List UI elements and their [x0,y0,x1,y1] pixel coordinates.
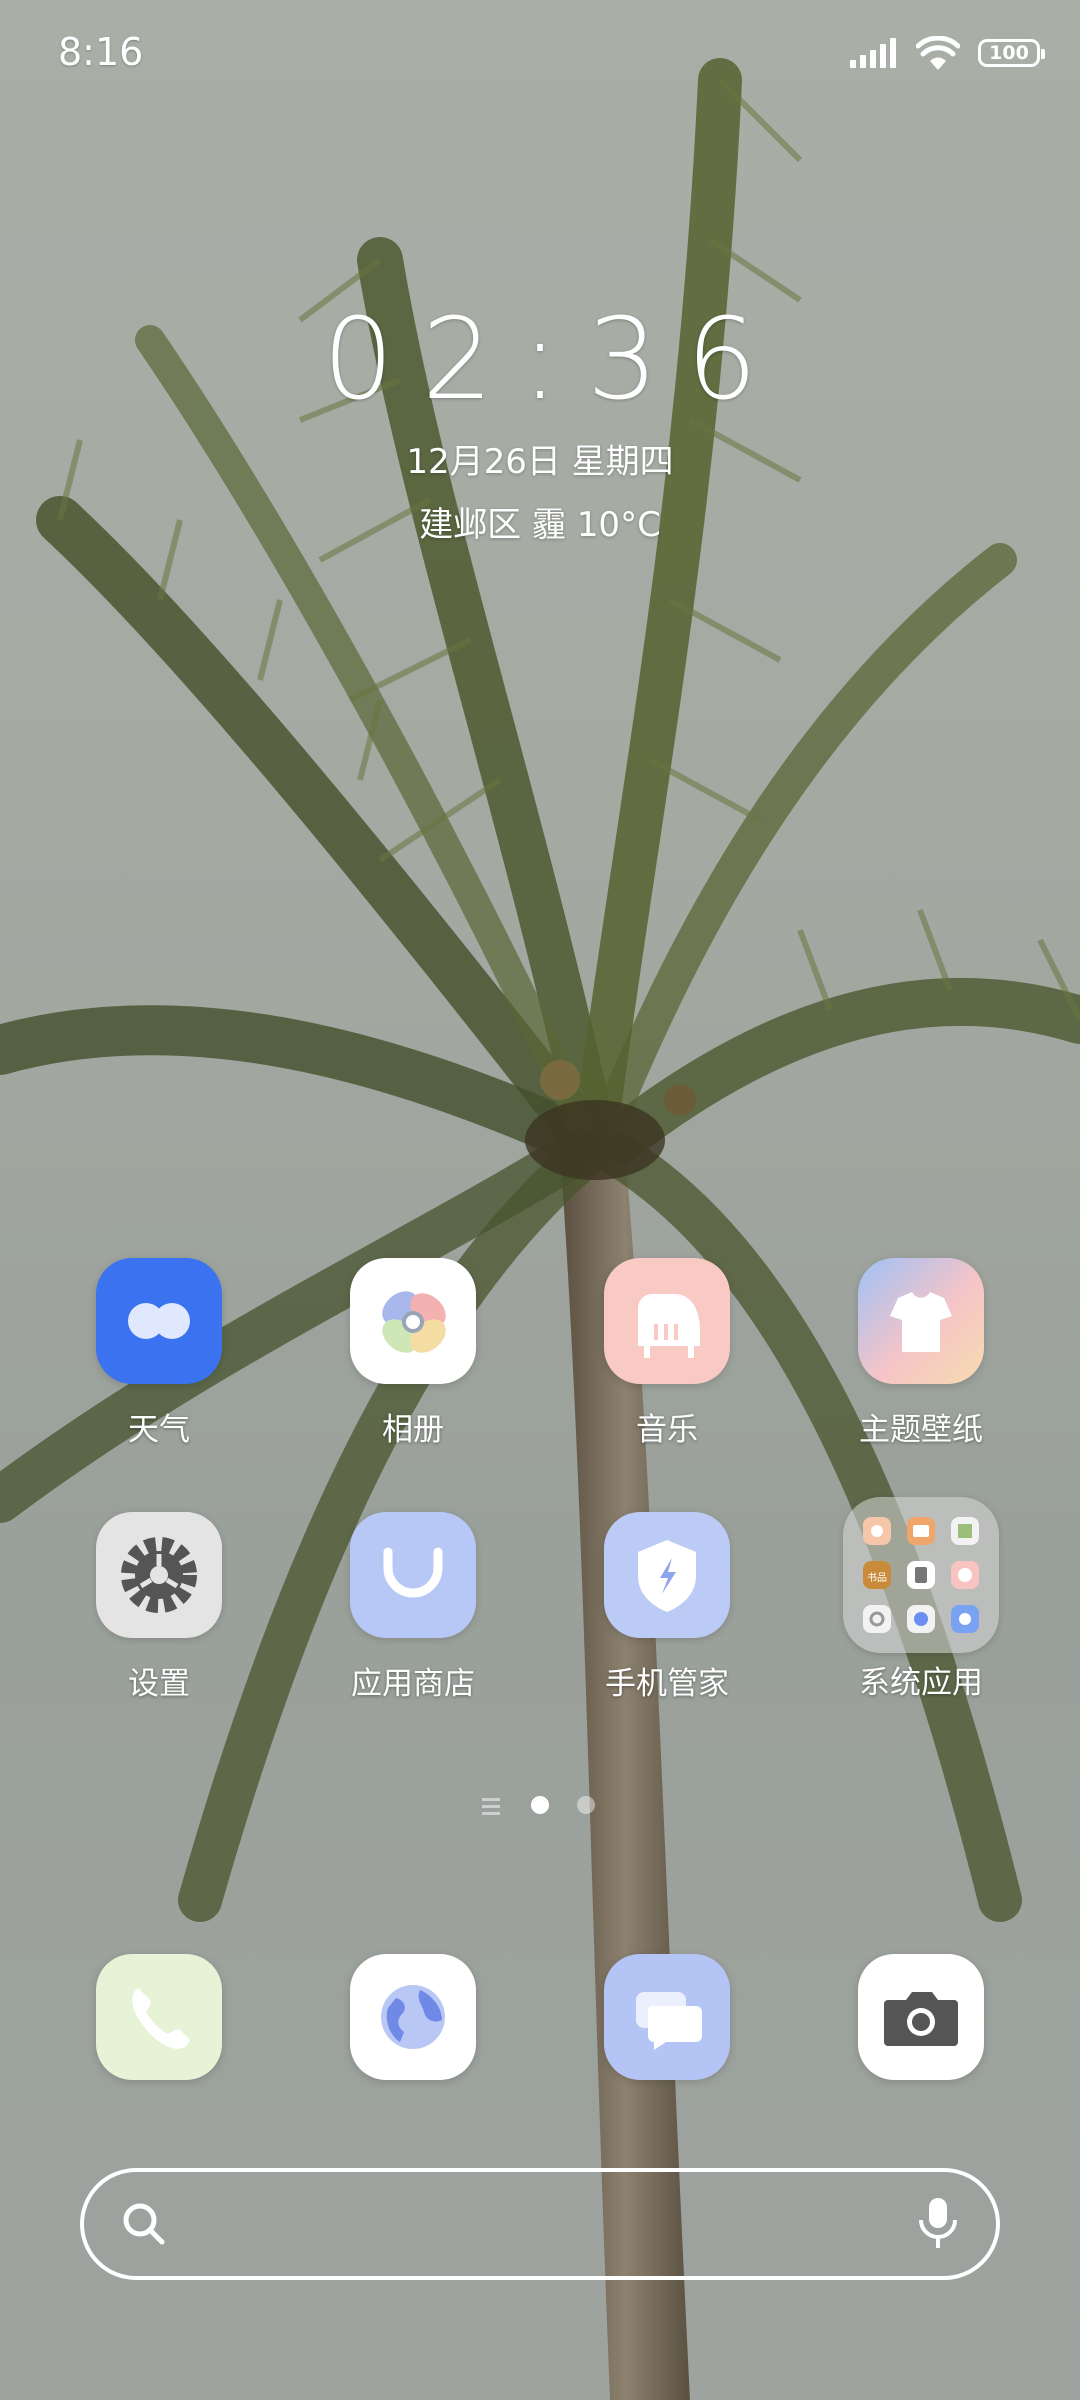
status-icons: 100 [850,36,1045,70]
page-dot-current [531,1796,549,1814]
security-icon [604,1512,730,1638]
app-themes[interactable]: 主题壁纸 [811,1258,1031,1449]
app-label: 音乐 [636,1412,698,1448]
app-folder-system[interactable]: 书品 系统应用 [811,1497,1031,1702]
settings-icon [96,1512,222,1638]
app-phone-manager[interactable]: 手机管家 [557,1512,777,1703]
app-store[interactable]: 应用商店 [303,1512,523,1703]
clock-date: 12月26日 星期四 [406,442,674,482]
app-label: 天气 [128,1412,190,1448]
themes-icon [858,1258,984,1384]
weather-icon [96,1258,222,1384]
messages-icon [604,1954,730,2080]
app-settings[interactable]: 设置 [49,1512,269,1703]
page-dot [577,1796,595,1814]
phone-icon [96,1954,222,2080]
dock-messages[interactable] [557,1954,777,2080]
app-label: 设置 [128,1666,190,1702]
battery-icon: 100 [978,39,1045,67]
page-indicator[interactable] [0,1796,1080,1820]
dock-browser[interactable] [303,1954,523,2080]
app-gallery[interactable]: 相册 [303,1258,523,1449]
status-bar: 8:16 100 [0,0,1080,110]
dock-phone[interactable] [49,1954,269,2080]
status-time: 8:16 [58,30,144,74]
folder-mini-label: 书品 [867,1573,887,1584]
app-label: 手机管家 [605,1666,729,1702]
folder-icon: 书品 [843,1497,999,1653]
dock-camera[interactable] [811,1954,1031,2080]
app-label: 系统应用 [859,1665,983,1701]
search-icon [123,2203,165,2245]
clock-time: 02:36 [322,295,786,425]
app-weather[interactable]: 天气 [49,1258,269,1449]
app-label: 主题壁纸 [859,1412,983,1448]
clock-weather: 建邺区 霾 10°C [419,505,661,545]
page-dot-list [482,1796,500,1815]
wifi-icon [916,36,960,70]
app-label: 相册 [382,1412,444,1448]
music-icon [604,1258,730,1384]
clock-widget[interactable]: 02:36 12月26日 星期四 建邺区 霾 10°C [0,300,1080,546]
app-store-icon [350,1512,476,1638]
camera-icon [858,1954,984,2080]
app-label: 应用商店 [351,1666,475,1702]
browser-icon [350,1954,476,2080]
gallery-icon [350,1258,476,1384]
microphone-icon[interactable] [916,2196,960,2252]
battery-level: 100 [989,42,1029,64]
signal-icon [850,38,896,68]
search-bar[interactable] [80,2168,1000,2280]
app-music[interactable]: 音乐 [557,1258,777,1449]
